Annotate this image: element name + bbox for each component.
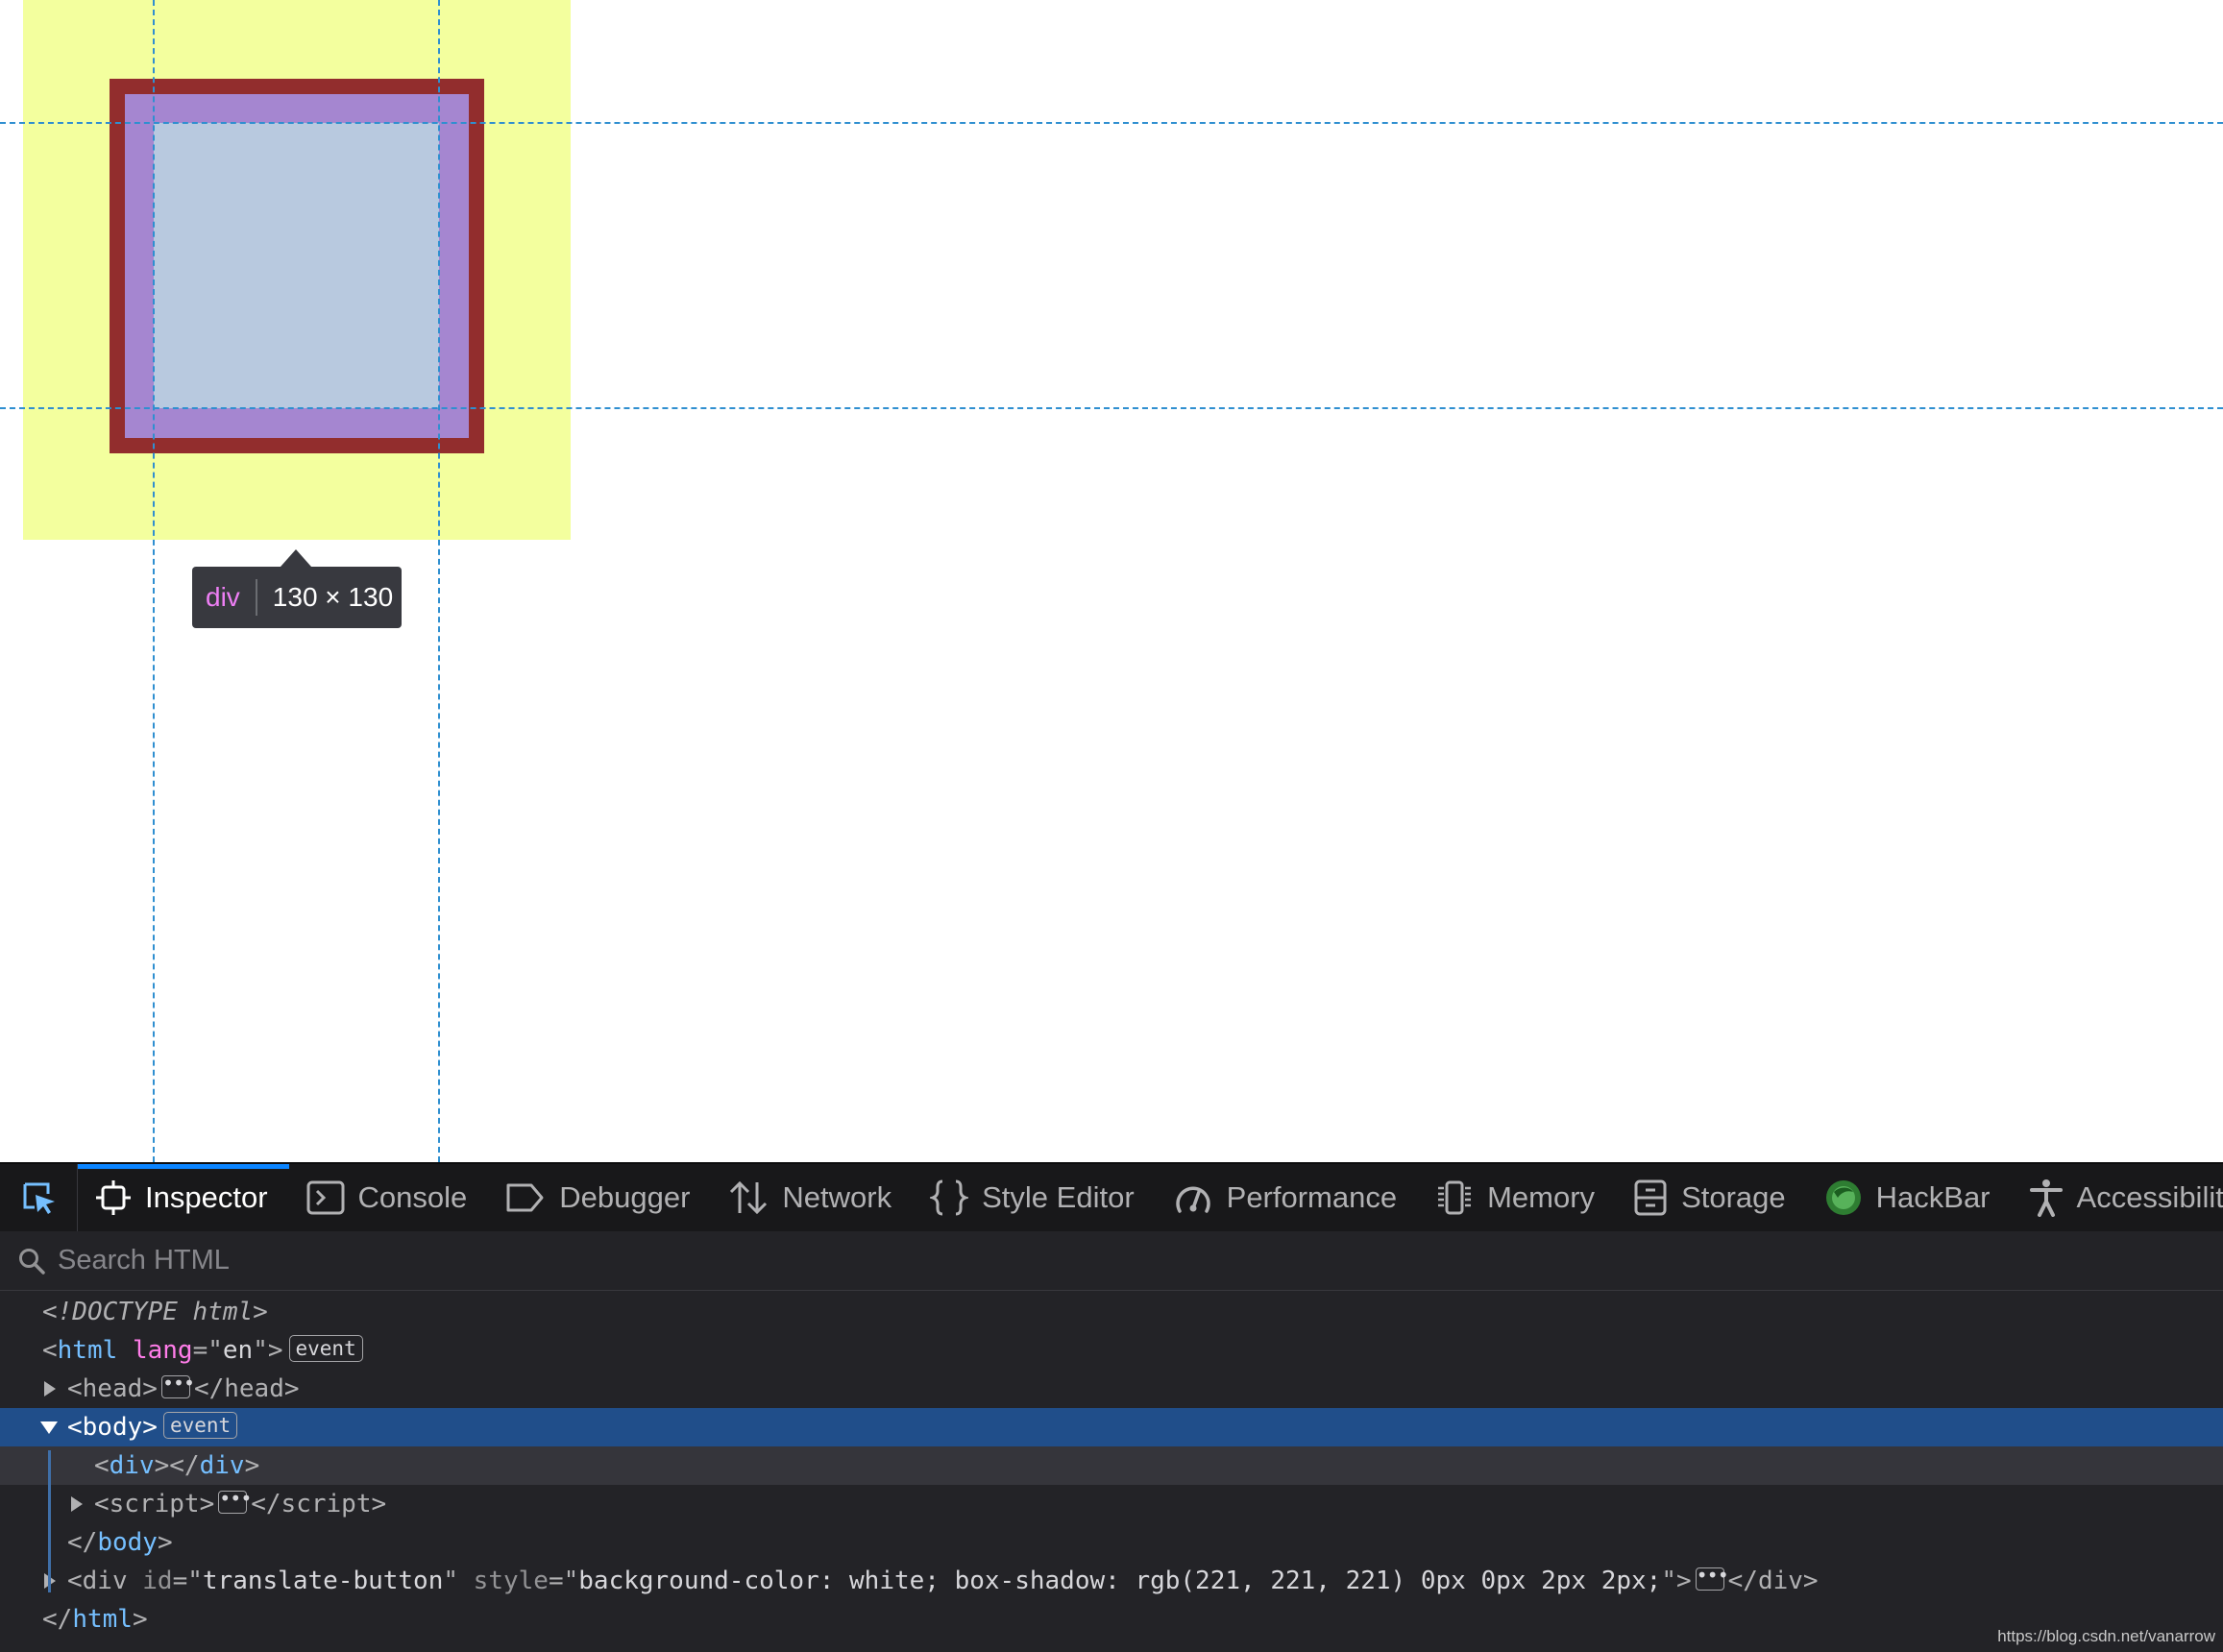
hackbar-icon [1825,1180,1861,1215]
script-node: <script> •••</script> [94,1486,387,1519]
infobar-tag: div [206,582,240,612]
markup-row-script[interactable]: <script> •••</script> [0,1485,2223,1523]
devtools-panel: Inspector Console Debugger Network Style… [0,1162,2223,1652]
tab-network[interactable]: Network [711,1164,913,1231]
head-tag-name: head [82,1374,143,1403]
translate-id-value: translate-button [202,1567,444,1595]
tab-label: Style Editor [982,1180,1135,1214]
markup-row-div[interactable]: <div></div> [0,1446,2223,1485]
markup-row-body-close[interactable]: </body> [0,1523,2223,1562]
network-icon [730,1180,768,1215]
collapsed-ellipsis-icon[interactable]: ••• [218,1489,252,1514]
head-node: <head> •••</head> [67,1371,300,1404]
tab-storage[interactable]: Storage [1616,1164,1807,1231]
body-open-node: <body> event [67,1408,238,1446]
tab-label: Inspector [145,1180,268,1214]
html-lang-value: en [222,1336,254,1365]
translate-div-node: <div id="translate-button" style="backgr… [67,1563,1819,1596]
collapse-body-twisty-icon[interactable] [40,1421,58,1434]
guide-line-bottom [0,407,2223,409]
doctype-text: <!DOCTYPE html> [42,1298,268,1326]
div-node: <div></div> [94,1451,260,1480]
markup-row-doctype[interactable]: <!DOCTYPE html> [0,1293,2223,1331]
translate-style-attr: style [473,1567,549,1595]
script-close-tag-name: script [281,1490,372,1518]
markup-row-head[interactable]: <head> •••</head> [0,1370,2223,1408]
event-badge[interactable]: event [288,1334,363,1362]
performance-icon [1175,1186,1210,1213]
style-editor-icon [930,1179,969,1216]
collapsed-ellipsis-icon[interactable]: ••• [160,1373,195,1398]
tab-label: Debugger [559,1180,691,1214]
console-icon [306,1180,345,1215]
search-icon [19,1248,45,1275]
div-tag-name: div [109,1451,155,1480]
html-tag-name: html [57,1336,118,1365]
tab-hackbar[interactable]: HackBar [1807,1164,2012,1231]
tab-label: HackBar [1875,1180,1991,1214]
infobar-separator [255,579,257,616]
tab-label: Console [357,1180,468,1214]
guide-line-left [153,0,155,1162]
html-close-tag-name: html [72,1605,133,1634]
event-badge[interactable]: event [162,1411,238,1439]
infobar-dimensions: 130 × 130 [272,582,394,612]
tab-debugger[interactable]: Debugger [488,1164,711,1231]
script-tag-name: script [109,1490,200,1518]
highlighter-infobar: div 130 × 130 [192,567,402,628]
div-close-tag-name: div [199,1451,245,1480]
markup-row-translate-div[interactable]: <div id="translate-button" style="backgr… [0,1562,2223,1600]
tab-label: Storage [1681,1180,1786,1214]
expand-head-twisty-icon[interactable] [44,1381,56,1397]
body-children-guide-line [48,1450,51,1592]
inspector-icon [96,1180,131,1215]
element-picker-icon [23,1182,55,1214]
translate-div-tag-name: div [82,1567,128,1595]
body-tag-name: body [82,1413,143,1442]
translate-div-close-tag-name: div [1757,1567,1803,1595]
body-close-node: </body> [67,1528,173,1557]
collapsed-ellipsis-icon[interactable]: ••• [1695,1566,1729,1591]
tab-label: Accessibility [2076,1180,2223,1214]
highlight-content-box [154,123,439,408]
infobar-arrow [281,549,311,567]
devtools-toolbar: Inspector Console Debugger Network Style… [0,1162,2223,1231]
debugger-icon [506,1183,544,1212]
search-html-input[interactable] [56,1244,1597,1277]
markup-row-body[interactable]: <body> event [0,1408,2223,1446]
tab-console[interactable]: Console [289,1164,489,1231]
element-picker-button[interactable] [0,1164,78,1231]
memory-icon [1438,1180,1472,1215]
translate-style-value: background-color: white; box-shadow: rgb… [578,1567,1662,1595]
tab-performance[interactable]: Performance [1156,1164,1418,1231]
markup-row-html[interactable]: <html lang="en"> event [0,1331,2223,1370]
html-lang-attr: lang [132,1336,193,1365]
accessibility-icon [2029,1179,2063,1217]
translate-id-attr: id [142,1567,173,1595]
html-open-node: <html lang="en"> event [42,1331,363,1370]
tab-accessibility[interactable]: Accessibility [2012,1164,2223,1231]
body-close-tag-name: body [97,1528,158,1557]
tab-label: Network [782,1180,892,1214]
tab-label: Memory [1487,1180,1596,1214]
tab-style-editor[interactable]: Style Editor [913,1164,1156,1231]
page-viewport: div 130 × 130 [0,0,2223,1162]
expand-script-twisty-icon[interactable] [71,1496,83,1512]
head-close-tag-name: head [224,1374,284,1403]
guide-line-right [438,0,440,1162]
watermark-text: https://blog.csdn.net/vanarrow [1997,1627,2215,1645]
markup-row-html-close[interactable]: </html> [0,1600,2223,1639]
tab-label: Performance [1226,1180,1398,1214]
tab-inspector[interactable]: Inspector [78,1164,289,1231]
storage-icon [1634,1179,1667,1216]
tab-memory[interactable]: Memory [1418,1164,1616,1231]
search-bar [0,1231,2223,1291]
html-close-node: </html> [42,1605,148,1634]
markup-view: <!DOCTYPE html> <html lang="en"> event <h… [0,1293,2223,1652]
guide-line-top [0,122,2223,124]
